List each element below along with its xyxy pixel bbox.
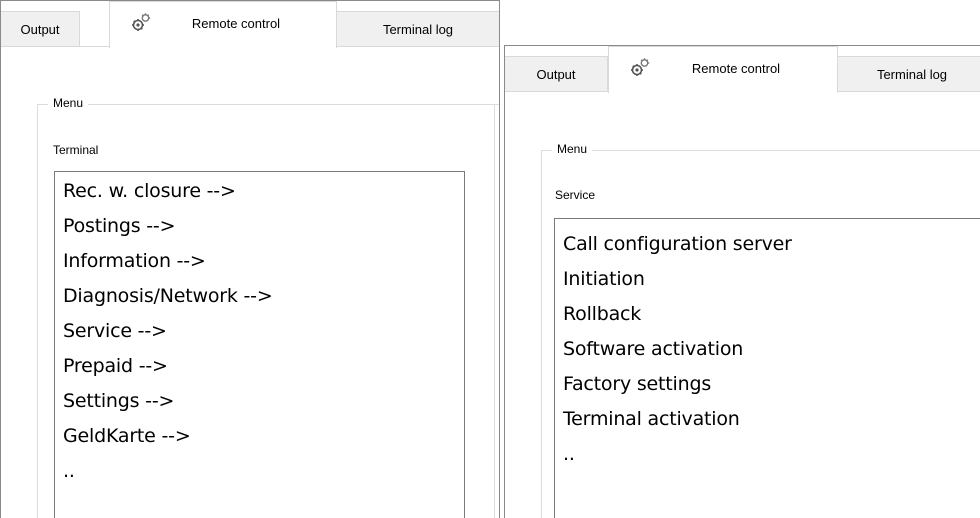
tab-output[interactable]: Output	[505, 56, 608, 92]
gears-icon	[631, 58, 650, 76]
list-item-information[interactable]: Information -->	[55, 244, 464, 279]
list-item-parent[interactable]: ..	[55, 454, 464, 489]
tab-output-label: Output	[536, 67, 576, 82]
tab-output-label: Output	[20, 22, 60, 37]
list-item-rec-w-closure[interactable]: Rec. w. closure -->	[55, 174, 464, 209]
tab-remote-control[interactable]: Remote control	[608, 46, 838, 93]
list-item-geldkarte[interactable]: GeldKarte -->	[55, 419, 464, 454]
list-item-software-activation[interactable]: Software activation	[555, 332, 980, 367]
tab-output[interactable]: Output	[1, 11, 80, 47]
list-item-call-configuration-server[interactable]: Call configuration server	[555, 227, 980, 262]
tab-remote-control[interactable]: Remote control	[109, 1, 337, 48]
tab-terminal-log-label: Terminal log	[382, 22, 454, 37]
list-item-settings[interactable]: Settings -->	[55, 384, 464, 419]
tab-bar: Output Remote control Terminal log	[505, 46, 980, 93]
list-item-parent[interactable]: ..	[555, 437, 980, 472]
list-item-prepaid[interactable]: Prepaid -->	[55, 349, 464, 384]
tab-terminal-log[interactable]: Terminal log	[336, 11, 499, 47]
list-item-terminal-activation[interactable]: Terminal activation	[555, 402, 980, 437]
list-item-rollback[interactable]: Rollback	[555, 297, 980, 332]
tab-remote-control-label: Remote control	[691, 61, 781, 76]
gears-icon	[132, 13, 151, 31]
tab-bar: Output Remote control Terminal log	[1, 1, 499, 48]
section-label-terminal: Terminal	[53, 143, 99, 157]
divider	[494, 105, 495, 518]
section-label-service: Service	[555, 188, 596, 202]
list-item-diagnosis-network[interactable]: Diagnosis/Network -->	[55, 279, 464, 314]
remote-control-panel-service-menu: Output Remote control Terminal log Menu …	[504, 45, 980, 518]
service-menu-listbox[interactable]: Call configuration server Initiation Rol…	[554, 218, 980, 518]
terminal-menu-listbox[interactable]: Rec. w. closure --> Postings --> Informa…	[54, 171, 465, 518]
list-item-postings[interactable]: Postings -->	[55, 209, 464, 244]
menu-group-title: Menu	[552, 142, 593, 156]
tab-terminal-log-label: Terminal log	[876, 67, 948, 82]
list-item-factory-settings[interactable]: Factory settings	[555, 367, 980, 402]
list-item-service[interactable]: Service -->	[55, 314, 464, 349]
list-item-initiation[interactable]: Initiation	[555, 262, 980, 297]
menu-group-title: Menu	[48, 96, 89, 110]
tab-terminal-log[interactable]: Terminal log	[837, 56, 980, 92]
remote-control-panel-terminal-menu: Output Remote control Terminal log Menu …	[0, 0, 500, 518]
tab-remote-control-label: Remote control	[191, 16, 281, 31]
